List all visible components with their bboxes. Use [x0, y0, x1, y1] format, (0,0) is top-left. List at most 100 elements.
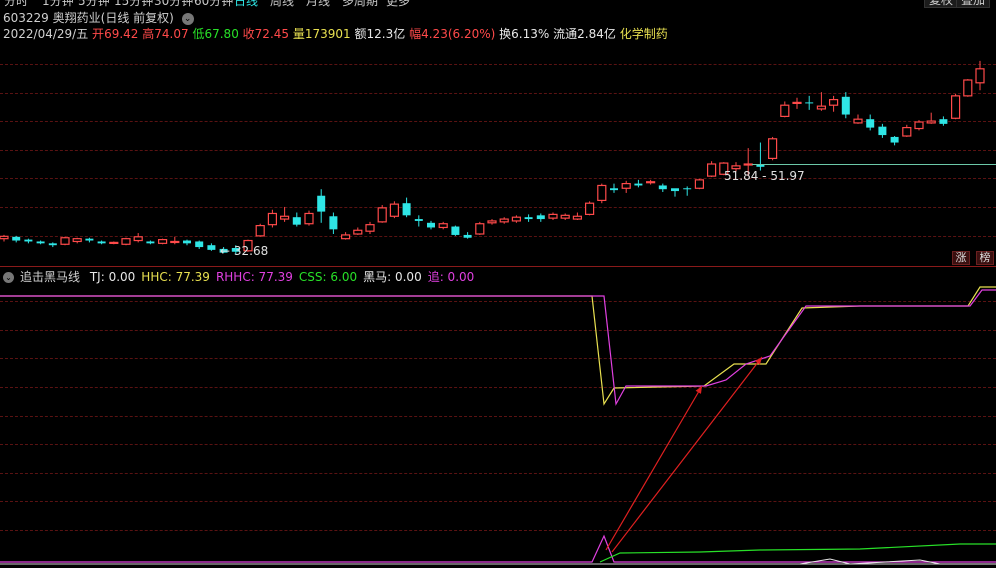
candle[interactable]	[170, 236, 180, 245]
candle-body	[133, 236, 143, 242]
candle-body	[365, 224, 375, 232]
indicator-value-2: RHHC: 77.39	[215, 270, 293, 284]
candle-body	[207, 245, 216, 250]
candle[interactable]	[255, 223, 265, 237]
candle[interactable]	[878, 123, 887, 138]
candle[interactable]	[694, 178, 705, 190]
candle[interactable]	[48, 242, 57, 248]
candle[interactable]	[658, 183, 667, 192]
rhhc-line	[0, 289, 996, 406]
candle-body	[377, 207, 387, 223]
candle-body	[255, 225, 265, 237]
candle[interactable]	[389, 201, 399, 219]
candle[interactable]	[158, 238, 168, 245]
candle[interactable]	[267, 209, 277, 228]
candle[interactable]	[671, 188, 679, 197]
candle-body	[0, 235, 9, 240]
candle[interactable]	[85, 237, 94, 243]
candle[interactable]	[975, 60, 985, 91]
candle[interactable]	[60, 236, 70, 246]
candle[interactable]	[36, 240, 45, 245]
candle-body	[621, 183, 631, 189]
candle[interactable]	[72, 237, 82, 244]
candle[interactable]	[926, 112, 936, 124]
candle-body	[280, 215, 290, 220]
candle[interactable]	[816, 92, 827, 111]
candle-body	[317, 195, 326, 212]
candle-body	[36, 241, 45, 244]
candle[interactable]	[610, 183, 618, 193]
chevron-down-icon[interactable]: ⌄	[3, 272, 14, 283]
candle[interactable]	[377, 205, 387, 223]
indicator-value-5: 追: 0.00	[427, 270, 475, 284]
candle[interactable]	[950, 94, 961, 120]
candle[interactable]	[365, 221, 375, 234]
candle[interactable]	[475, 221, 485, 235]
candle[interactable]	[195, 240, 204, 249]
candle[interactable]	[853, 114, 863, 124]
candle[interactable]	[183, 239, 191, 246]
candle[interactable]	[963, 79, 973, 97]
candle[interactable]	[572, 212, 583, 220]
candle[interactable]	[584, 201, 595, 216]
limit-up-tag[interactable]: 涨	[952, 251, 970, 265]
candle[interactable]	[97, 240, 106, 245]
candle-body	[645, 181, 656, 184]
candle[interactable]	[292, 212, 301, 227]
candle[interactable]	[414, 215, 423, 227]
candle[interactable]	[121, 237, 131, 246]
candle[interactable]	[463, 232, 472, 239]
candle[interactable]	[133, 233, 143, 243]
ranking-tag[interactable]: 榜	[976, 251, 994, 265]
candle-body	[963, 79, 973, 97]
candle[interactable]	[621, 180, 631, 193]
candle-body	[658, 185, 667, 190]
candle[interactable]	[109, 241, 119, 245]
candle[interactable]	[146, 240, 155, 245]
candle-body	[572, 215, 583, 220]
candle[interactable]	[280, 206, 290, 222]
candle[interactable]	[524, 214, 533, 222]
candle-body	[597, 184, 607, 201]
candle[interactable]	[207, 243, 216, 251]
candle[interactable]	[24, 238, 33, 244]
candle[interactable]	[939, 116, 948, 126]
candle[interactable]	[487, 219, 497, 225]
candle[interactable]	[402, 197, 411, 218]
candle-body	[866, 119, 875, 128]
candle[interactable]	[841, 92, 850, 119]
candle[interactable]	[828, 95, 839, 112]
candle[interactable]	[438, 221, 448, 230]
candle[interactable]	[427, 220, 435, 230]
candle[interactable]	[451, 225, 460, 236]
candle[interactable]	[0, 234, 9, 242]
candle[interactable]	[597, 183, 607, 204]
candle[interactable]	[756, 142, 765, 171]
candle[interactable]	[780, 101, 790, 118]
candle[interactable]	[792, 97, 802, 109]
candle[interactable]	[12, 235, 21, 243]
candle[interactable]	[890, 136, 899, 146]
candle[interactable]	[706, 161, 717, 178]
candle[interactable]	[866, 114, 875, 131]
candle[interactable]	[560, 213, 570, 220]
candle[interactable]	[536, 213, 545, 222]
candle[interactable]	[353, 227, 363, 235]
candle-body	[792, 101, 802, 105]
candle[interactable]	[548, 212, 558, 220]
candle[interactable]	[341, 232, 351, 240]
candle[interactable]	[317, 189, 326, 223]
candle[interactable]	[645, 179, 656, 185]
candle-body	[158, 239, 168, 244]
candle[interactable]	[805, 95, 814, 110]
candle[interactable]	[304, 210, 314, 226]
candle[interactable]	[683, 186, 692, 196]
candle-body	[841, 96, 850, 115]
candle[interactable]	[914, 120, 924, 131]
candle[interactable]	[329, 212, 338, 234]
candle[interactable]	[767, 136, 778, 161]
candle[interactable]	[511, 215, 522, 223]
candle[interactable]	[902, 124, 912, 137]
candle[interactable]	[634, 179, 643, 188]
candle[interactable]	[499, 217, 509, 224]
